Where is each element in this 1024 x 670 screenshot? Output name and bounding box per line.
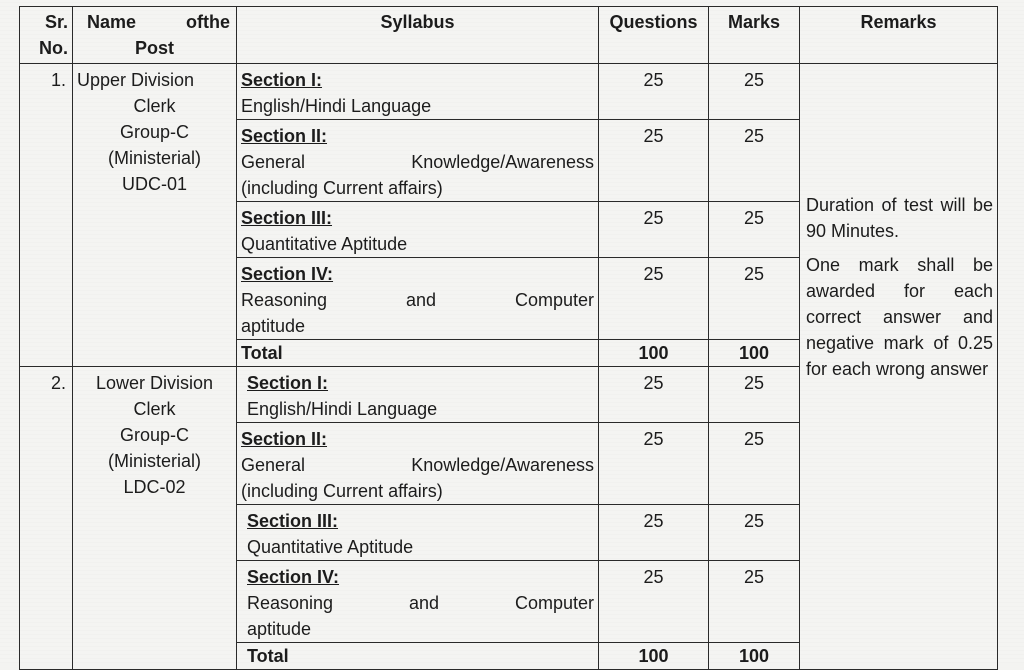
section-text: English/Hindi Language [241,96,432,116]
section-text: General Knowledge/Awareness [241,455,594,475]
section-cell: Section II: General Knowledge/Awareness … [236,422,599,505]
section-title: Section III: [241,208,333,228]
post-name-line: (Ministerial) [107,148,201,168]
section-text-line2: (including Current affairs) [241,178,443,198]
section-text: Reasoning and Computer [241,290,594,310]
header-name-word1: Name [87,12,137,32]
marks-cell: 25 [708,560,800,643]
section-title: Section I: [247,373,329,393]
section-title: Section II: [241,429,328,449]
section-cell: Section I: English/Hindi Language [236,366,599,423]
post-name-line: Group-C [119,122,190,142]
total-marks: 100 [708,339,800,367]
questions-cell: 25 [598,560,709,643]
header-marks: Marks [708,6,800,64]
table-row: 1. Upper Division Clerk Group-C (Ministe… [19,63,998,670]
total-label: Total [236,642,599,670]
section-cell: Section III: Quantitative Aptitude [236,504,599,561]
questions-cell: 25 [598,63,709,120]
section-text-line2: aptitude [241,316,306,336]
section-text-line2: (including Current affairs) [241,481,443,501]
section-cell: Section IV: Reasoning and Computer aptit… [236,257,599,340]
post-2-sr: 2. [19,366,73,670]
section-title: Section I: [241,70,323,90]
questions-cell: 25 [598,366,709,423]
section-cell: Section III: Quantitative Aptitude [236,201,599,258]
questions-cell: 25 [598,504,709,561]
post-name-line: Upper Division [77,70,195,90]
remarks-marking: One mark shall be awarded for each corre… [806,255,993,379]
marks-cell: 25 [708,257,800,340]
remarks-cell: Duration of test will be 90 Minutes. One… [799,63,998,670]
table-header-row: Sr. No. Name ofthe Post Syllabus Questio… [19,6,998,64]
marks-cell: 25 [708,63,800,120]
section-title: Section IV: [241,264,334,284]
post-2-name: Lower Division Clerk Group-C (Ministeria… [72,366,237,670]
total-questions: 100 [598,642,709,670]
section-text: Quantitative Aptitude [247,537,414,557]
header-sr-line2: No. [39,38,68,58]
post-1-name: Upper Division Clerk Group-C (Ministeria… [72,63,237,367]
section-text: Reasoning and Computer [247,593,594,613]
marks-cell: 25 [708,119,800,202]
header-name-line1: Name ofthe [77,9,232,35]
section-text: General Knowledge/Awareness [241,152,594,172]
marks-cell: 25 [708,201,800,258]
header-name-word2: ofthe [186,12,230,32]
section-text-line2: aptitude [247,619,312,639]
header-syllabus: Syllabus [236,6,599,64]
section-title: Section II: [241,126,328,146]
section-cell: Section IV: Reasoning and Computer aptit… [236,560,599,643]
questions-cell: 25 [598,257,709,340]
post-name-line: UDC-01 [121,174,187,194]
section-cell: Section II: General Knowledge/Awareness … [236,119,599,202]
total-label: Total [236,339,599,367]
header-sr-no: Sr. No. [19,6,73,64]
section-title: Section III: [247,511,339,531]
syllabus-table: Sr. No. Name ofthe Post Syllabus Questio… [19,6,998,670]
marks-cell: 25 [708,366,800,423]
post-name-line: Lower Division [95,373,214,393]
header-sr-line1: Sr. [44,12,68,32]
section-text: English/Hindi Language [247,399,438,419]
total-marks: 100 [708,642,800,670]
section-text: Quantitative Aptitude [241,234,408,254]
questions-cell: 25 [598,422,709,505]
post-name-line: Group-C [119,425,190,445]
post-name-line: Clerk [133,96,176,116]
section-cell: Section I: English/Hindi Language [236,63,599,120]
total-questions: 100 [598,339,709,367]
header-post-name: Name ofthe Post [72,6,237,64]
remarks-duration: Duration of test will be 90 Minutes. [806,195,993,241]
marks-cell: 25 [708,504,800,561]
document-page: Sr. No. Name ofthe Post Syllabus Questio… [0,0,1024,670]
post-name-line: LDC-02 [123,477,186,497]
header-questions: Questions [598,6,709,64]
post-name-line: (Ministerial) [107,451,201,471]
post-name-line: Clerk [133,399,176,419]
questions-cell: 25 [598,201,709,258]
marks-cell: 25 [708,422,800,505]
section-title: Section IV: [247,567,340,587]
post-1-sr: 1. [19,63,73,367]
header-name-line2: Post [134,38,174,58]
header-remarks: Remarks [799,6,998,64]
questions-cell: 25 [598,119,709,202]
